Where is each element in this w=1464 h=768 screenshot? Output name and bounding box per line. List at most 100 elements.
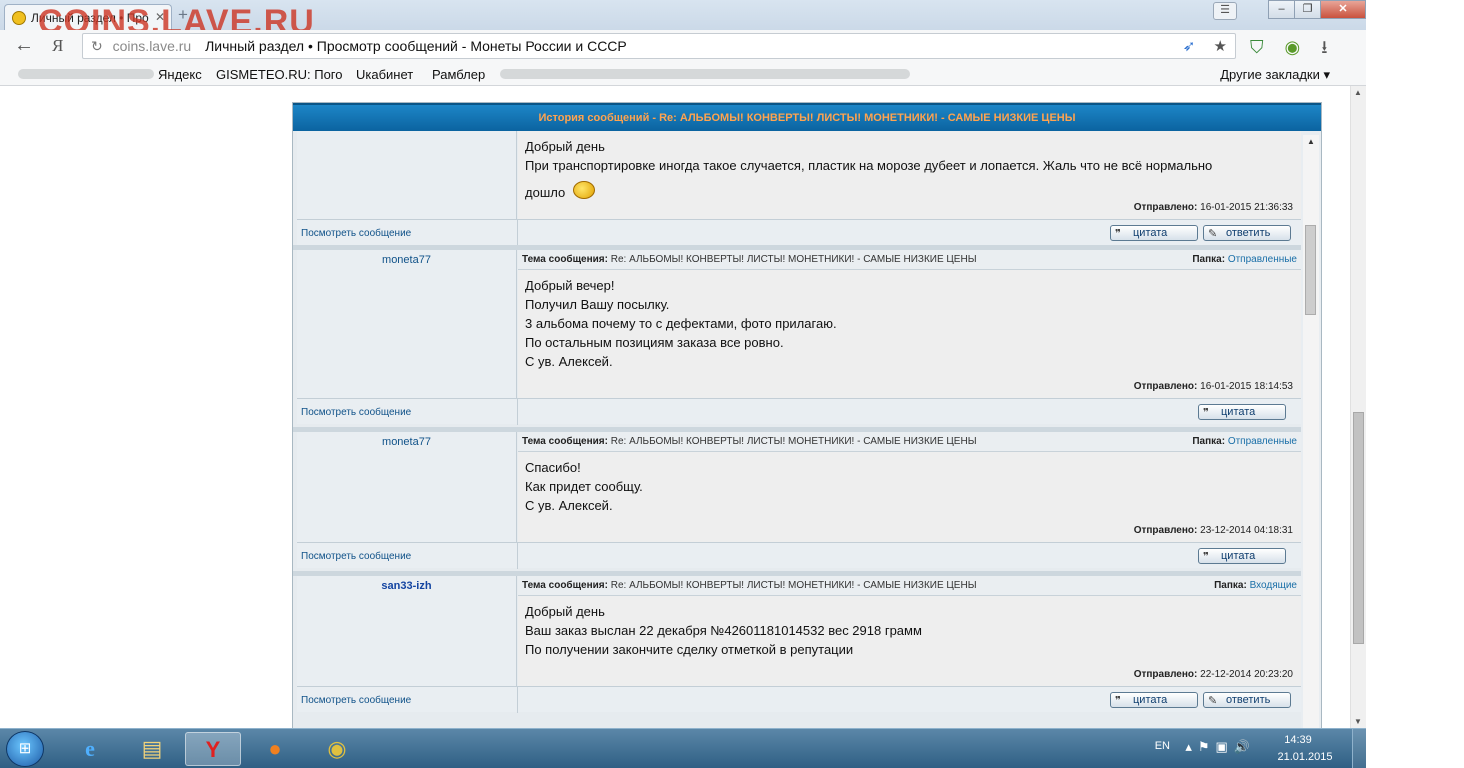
reload-icon[interactable]: ↻: [91, 38, 103, 54]
smiley-favicon-icon: [12, 11, 26, 25]
close-window-icon[interactable]: ✕: [1320, 0, 1366, 19]
message-line: При транспортировке иногда такое случает…: [525, 158, 1213, 173]
message-line: Добрый вечер!: [525, 278, 615, 293]
adguard-extension-icon[interactable]: ◉: [1285, 37, 1301, 57]
scroll-up-icon[interactable]: ▲: [1307, 137, 1315, 146]
folder-link[interactable]: Отправленные: [1228, 436, 1297, 447]
subject-text: Re: АЛЬБОМЫ! КОНВЕРТЫ! ЛИСТЫ! МОНЕТНИКИ!…: [610, 436, 977, 447]
view-message-link[interactable]: Посмотреть сообщение: [301, 551, 411, 562]
chrome-icon[interactable]: ◉: [309, 732, 365, 766]
message-line: С ув. Алексей.: [525, 354, 613, 369]
author-name[interactable]: san33-izh: [297, 576, 516, 592]
subject-text: Re: АЛЬБОМЫ! КОНВЕРТЫ! ЛИСТЫ! МОНЕТНИКИ!…: [610, 580, 977, 591]
yandex-browser-icon[interactable]: Y: [185, 732, 241, 766]
message-line: С ув. Алексей.: [525, 498, 613, 513]
maximize-icon[interactable]: ❐: [1294, 0, 1321, 19]
bookmark-gismeteo[interactable]: GISMETEO.RU: Пого: [216, 67, 343, 82]
browser-toolbar: ← Я ↻ coins.lave.ru Личный раздел • Прос…: [0, 30, 1366, 62]
quote-button[interactable]: ❞ цитата: [1198, 404, 1286, 420]
show-desktop-button[interactable]: [1352, 729, 1366, 768]
message-line: По остальным позициям заказа все ровно.: [525, 335, 784, 350]
shield-extension-icon[interactable]: ⛉: [1250, 37, 1264, 57]
browser-menu-icon[interactable]: ☰: [1213, 2, 1237, 20]
bookmark-yandex[interactable]: Яндекс: [158, 67, 202, 82]
windows-start-icon[interactable]: ⊞: [6, 731, 44, 767]
message-line: Как придет сообщу.: [525, 479, 643, 494]
message-body: Добрый день При транспортировке иногда т…: [518, 131, 1301, 219]
message-footer: Посмотреть сообщение ❞ цитата: [297, 542, 1301, 569]
message-item: moneta77 Тема сообщения: Re: АЛЬБОМЫ! КО…: [297, 432, 1301, 572]
quote-icon: ❞: [1203, 551, 1209, 563]
message-line: Получил Вашу посылку.: [525, 297, 670, 312]
sent-date: Отправлено: 16-01-2015 18:14:53: [1133, 381, 1293, 392]
download-icon[interactable]: ⭳: [1321, 37, 1327, 57]
message-body: Тема сообщения: Re: АЛЬБОМЫ! КОНВЕРТЫ! Л…: [518, 576, 1301, 686]
browser-titlebar: Личный раздел • Про ✕ + COINS.LAVE.RU ☰ …: [0, 0, 1366, 41]
other-bookmarks[interactable]: Другие закладки ▾: [1220, 67, 1330, 83]
reply-button[interactable]: ✎ ответить: [1203, 225, 1291, 241]
language-indicator[interactable]: EN: [1155, 740, 1170, 752]
page-scrollbar[interactable]: ▲ ▼: [1350, 86, 1366, 728]
quote-button[interactable]: ❞ цитата: [1110, 692, 1198, 708]
sent-date: Отправлено: 23-12-2014 04:18:31: [1133, 525, 1293, 536]
minimize-icon[interactable]: –: [1268, 0, 1295, 19]
message-footer: Посмотреть сообщение ❞ цитата: [297, 398, 1301, 425]
sent-date: Отправлено: 22-12-2014 20:23:20: [1133, 669, 1293, 680]
author-name[interactable]: moneta77: [297, 250, 516, 266]
back-arrow-icon[interactable]: ←: [14, 34, 34, 57]
address-domain: coins.lave.ru: [112, 38, 192, 54]
folder: Папка: Отправленные: [1192, 436, 1297, 447]
view-message-link[interactable]: Посмотреть сообщение: [301, 407, 411, 418]
subject-text: Re: АЛЬБОМЫ! КОНВЕРТЫ! ЛИСТЫ! МОНЕТНИКИ!…: [610, 254, 977, 265]
clock-time[interactable]: 14:39: [1268, 734, 1328, 746]
yandex-logo-icon[interactable]: Я: [52, 36, 63, 56]
message-line: дошло: [525, 185, 566, 200]
scroll-up-icon[interactable]: ▲: [1354, 88, 1362, 97]
folder-link[interactable]: Входящие: [1250, 580, 1297, 591]
page-viewport: История сообщений - Re: АЛЬБОМЫ! КОНВЕРТ…: [0, 86, 1350, 728]
message-text: Добрый день При транспортировке иногда т…: [518, 131, 1301, 202]
message-text: Добрый вечер! Получил Вашу посылку. 3 ал…: [518, 270, 1301, 371]
bookmark-ukabinet[interactable]: Uкабинет: [356, 67, 413, 82]
sent-date: Отправлено: 16-01-2015 21:36:33: [1133, 202, 1293, 213]
folder: Папка: Отправленные: [1192, 254, 1297, 265]
panel-scrollbar[interactable]: ▲ ▼: [1303, 135, 1319, 728]
address-bar[interactable]: ↻ coins.lave.ru Личный раздел • Просмотр…: [82, 33, 1236, 59]
file-explorer-icon[interactable]: ▤: [124, 732, 180, 766]
reply-icon: ✎: [1208, 228, 1218, 240]
author-name[interactable]: moneta77: [297, 432, 516, 448]
blurred-bookmark: [500, 69, 910, 79]
reply-button[interactable]: ✎ ответить: [1203, 692, 1291, 708]
folder-link[interactable]: Отправленные: [1228, 254, 1297, 265]
message-footer: Посмотреть сообщение ❞ цитата ✎ ответить: [297, 686, 1301, 713]
tray-icons[interactable]: ▴⚑▣🔊: [1185, 739, 1256, 755]
panel-scrollbar-thumb[interactable]: [1305, 225, 1316, 315]
rocket-icon[interactable]: ➶: [1183, 38, 1196, 55]
clock-date[interactable]: 21.01.2015: [1270, 751, 1340, 763]
subject-row: Тема сообщения: Re: АЛЬБОМЫ! КОНВЕРТЫ! Л…: [518, 250, 1301, 270]
message-item: moneta77 Тема сообщения: Re: АЛЬБОМЫ! КО…: [297, 250, 1301, 428]
bookmark-rambler[interactable]: Рамблер: [432, 67, 485, 82]
author-cell: [297, 131, 517, 219]
page-scrollbar-thumb[interactable]: [1353, 412, 1364, 644]
message-line: По получении закончите сделку отметкой в…: [525, 642, 854, 657]
message-item: san33-izh Тема сообщения: Re: АЛЬБОМЫ! К…: [297, 576, 1301, 716]
author-cell: san33-izh: [297, 576, 517, 686]
firefox-icon[interactable]: ●: [247, 732, 303, 766]
message-item: Добрый день При транспортировке иногда т…: [297, 131, 1301, 246]
address-page-title: Личный раздел • Просмотр сообщений - Мон…: [205, 38, 627, 54]
message-line: Спасибо!: [525, 460, 581, 475]
message-text: Добрый день Ваш заказ выслан 22 декабря …: [518, 596, 1301, 659]
system-tray: EN ▴⚑▣🔊 14:39 21.01.2015: [1006, 729, 1366, 768]
message-text: Спасибо! Как придет сообщу. С ув. Алексе…: [518, 452, 1301, 515]
message-line: Добрый день: [525, 139, 605, 154]
scroll-down-icon[interactable]: ▼: [1354, 717, 1362, 726]
bookmark-star-icon[interactable]: ★: [1214, 38, 1227, 55]
message-history-panel: История сообщений - Re: АЛЬБОМЫ! КОНВЕРТ…: [292, 102, 1322, 728]
view-message-link[interactable]: Посмотреть сообщение: [301, 695, 411, 706]
view-message-link[interactable]: Посмотреть сообщение: [301, 228, 411, 239]
quote-button[interactable]: ❞ цитата: [1198, 548, 1286, 564]
internet-explorer-icon[interactable]: e: [62, 732, 118, 766]
quote-button[interactable]: ❞ цитата: [1110, 225, 1198, 241]
smiley-icon: [573, 181, 596, 199]
